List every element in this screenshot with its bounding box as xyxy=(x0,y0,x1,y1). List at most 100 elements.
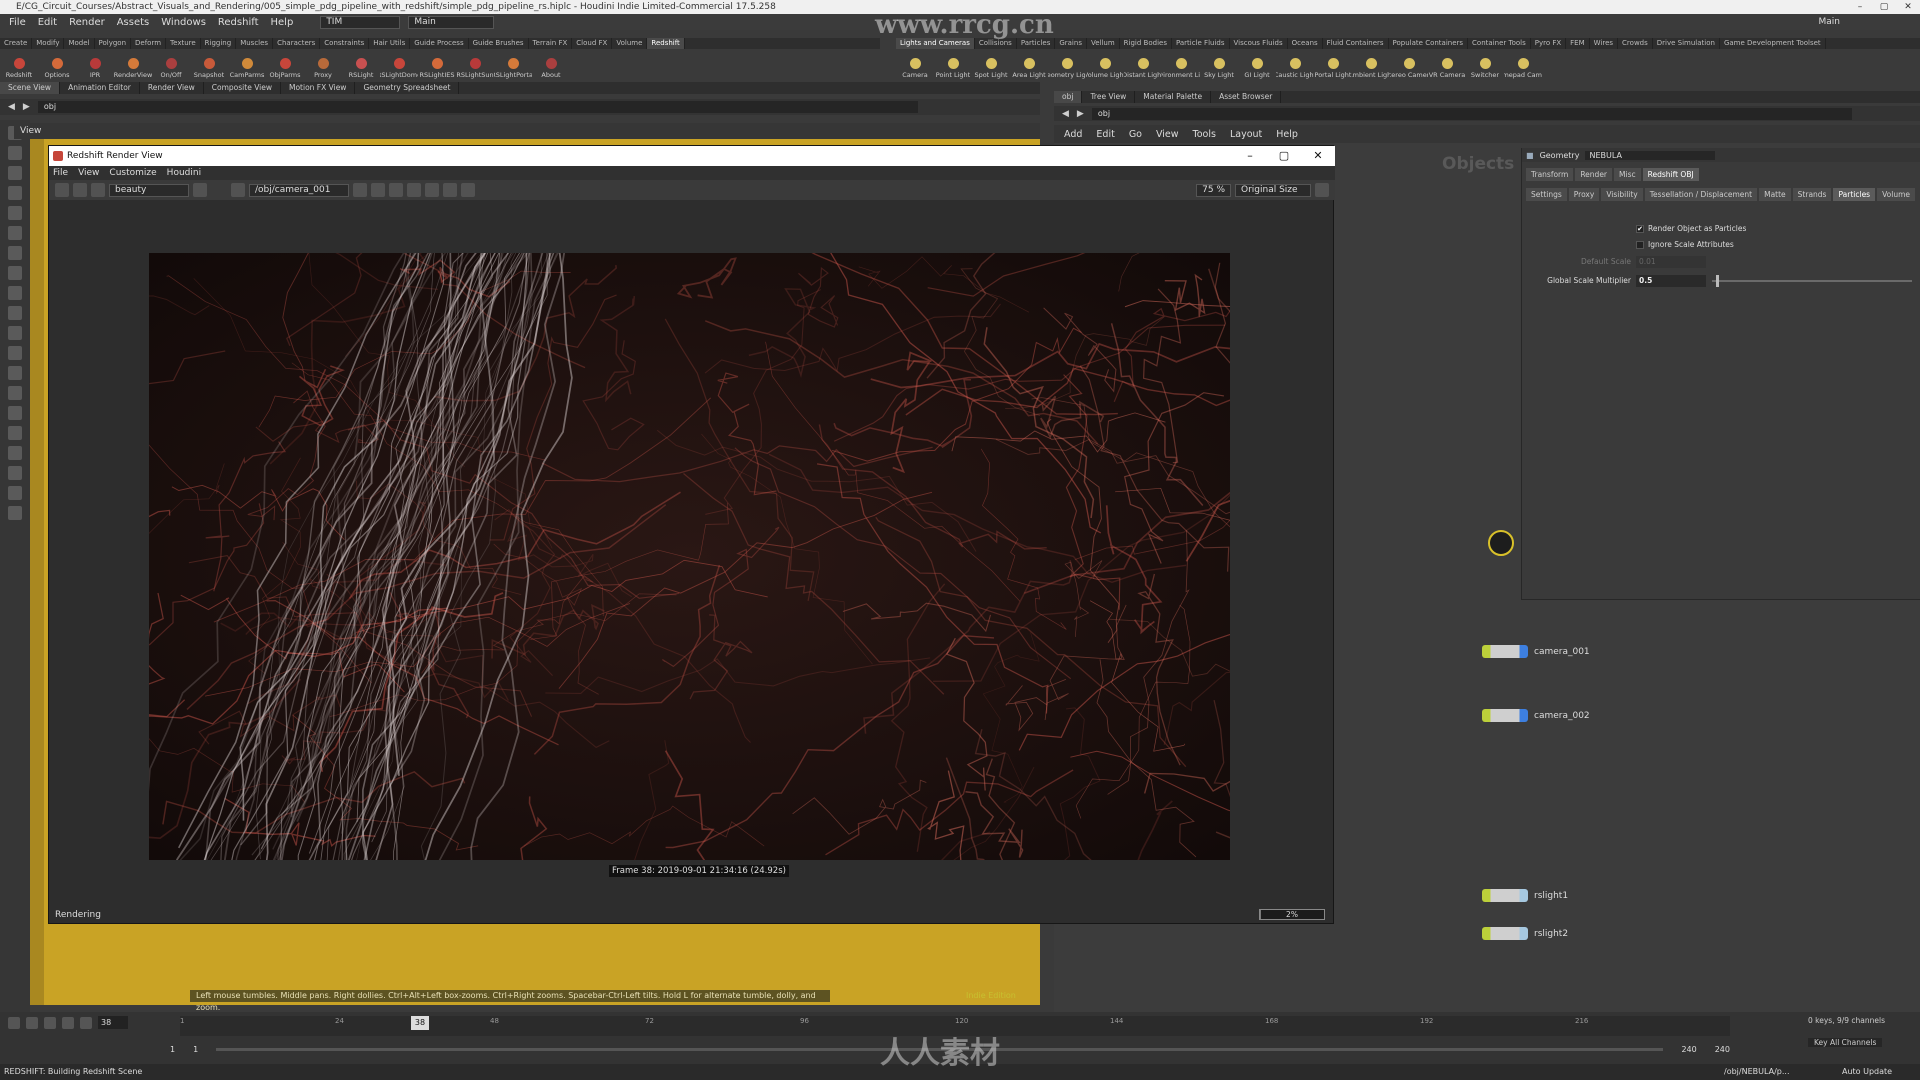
param-tab-misc[interactable]: Misc xyxy=(1614,168,1641,181)
viewport-tool-icon[interactable] xyxy=(8,386,22,400)
tool-gamepad-camera[interactable]: Gamepad Camera xyxy=(1504,49,1542,79)
shelf-tab-populate-containers[interactable]: Populate Containers xyxy=(1389,38,1469,49)
size-mode-select[interactable]: Original Size xyxy=(1235,183,1311,197)
tool-distant-light[interactable]: Distant Light xyxy=(1124,49,1162,79)
network-menu-layout[interactable]: Layout xyxy=(1230,129,1262,140)
viewport-tool-icon[interactable] xyxy=(8,206,22,220)
tool-environment-light[interactable]: Environment Light xyxy=(1162,49,1200,79)
pane-tab-animation-editor[interactable]: Animation Editor xyxy=(60,82,140,94)
current-frame-field[interactable]: 38 xyxy=(98,1016,128,1029)
range-end-field-2[interactable]: 240 xyxy=(1715,1045,1730,1054)
camera-select[interactable]: /obj/camera_001 xyxy=(249,183,349,197)
param-tab-redshift-obj[interactable]: Redshift OBJ xyxy=(1642,168,1699,181)
shelf-tab-pyro-fx[interactable]: Pyro FX xyxy=(1531,38,1567,49)
param-node-name[interactable]: NEBULA xyxy=(1585,150,1716,160)
rv-menu-view[interactable]: View xyxy=(78,166,99,180)
shelf-tab-viscous-fluids[interactable]: Viscous Fluids xyxy=(1230,38,1288,49)
key-channels-button[interactable]: Key All Channels xyxy=(1808,1038,1883,1047)
lock-icon[interactable] xyxy=(461,183,475,197)
viewport-tool-icon[interactable] xyxy=(8,506,22,520)
history-icon[interactable] xyxy=(407,183,421,197)
shelf-tab-constraints[interactable]: Constraints xyxy=(320,38,370,49)
viewport-tool-icon[interactable] xyxy=(8,426,22,440)
param-tab-matte[interactable]: Matte xyxy=(1759,188,1791,201)
param-tab-tessellation-displacement[interactable]: Tessellation / Displacement xyxy=(1644,188,1758,201)
close-icon[interactable]: ✕ xyxy=(1301,146,1335,166)
tool-geometry-light[interactable]: Geometry Light xyxy=(1048,49,1086,79)
shelf-tab-deform[interactable]: Deform xyxy=(131,38,167,49)
tool-caustic-light[interactable]: Caustic Light xyxy=(1276,49,1314,79)
viewport-tool-icon[interactable] xyxy=(8,266,22,280)
tool-sky-light[interactable]: Sky Light xyxy=(1200,49,1238,79)
range-start-field[interactable]: 1 xyxy=(170,1045,175,1054)
maximize-icon[interactable]: ▢ xyxy=(1267,146,1301,166)
menu-windows[interactable]: Windows xyxy=(156,17,211,28)
shelf-tab-rigging[interactable]: Rigging xyxy=(201,38,237,49)
tool-rslighties[interactable]: RSLightIES xyxy=(418,49,456,79)
shelf-tab-oceans[interactable]: Oceans xyxy=(1288,38,1323,49)
timeline-cursor[interactable]: 38 xyxy=(410,1016,429,1030)
tool-rslightsun[interactable]: RSLightSun xyxy=(456,49,494,79)
menu-render[interactable]: Render xyxy=(64,17,110,28)
camera-icon[interactable] xyxy=(231,183,245,197)
close-icon[interactable]: ✕ xyxy=(1896,0,1920,14)
slider-knob[interactable] xyxy=(1716,275,1719,287)
right-path-field[interactable]: obj xyxy=(1091,107,1852,120)
viewport-tool-icon[interactable] xyxy=(8,146,22,160)
shelf-tab-game-development-toolset[interactable]: Game Development Toolset xyxy=(1720,38,1826,49)
settings-icon[interactable] xyxy=(1315,183,1329,197)
main-select[interactable]: Main xyxy=(408,15,495,29)
focus-icon[interactable] xyxy=(389,183,403,197)
grid-icon[interactable] xyxy=(371,183,385,197)
jump-end-icon[interactable] xyxy=(80,1016,92,1029)
shelf-tab-rigid-bodies[interactable]: Rigid Bodies xyxy=(1120,38,1172,49)
save-icon[interactable] xyxy=(425,183,439,197)
param-tab-settings[interactable]: Settings xyxy=(1526,188,1567,201)
pane-tab-tree-view[interactable]: Tree View xyxy=(1082,91,1136,103)
tool-options[interactable]: Options xyxy=(38,49,76,79)
network-menu-help[interactable]: Help xyxy=(1276,129,1298,140)
pane-tab-render-view[interactable]: Render View xyxy=(140,82,204,94)
tool-on-off[interactable]: On/Off xyxy=(152,49,190,79)
shelf-tab-container-tools[interactable]: Container Tools xyxy=(1468,38,1531,49)
pane-tab-material-palette[interactable]: Material Palette xyxy=(1135,91,1212,103)
network-menu-edit[interactable]: Edit xyxy=(1096,129,1114,140)
shelf-tab-particle-fluids[interactable]: Particle Fluids xyxy=(1172,38,1230,49)
range-end-field[interactable]: 240 xyxy=(1681,1045,1696,1054)
node-body[interactable] xyxy=(1482,645,1528,658)
viewport-tool-icon[interactable] xyxy=(8,446,22,460)
shelf-tab-fem[interactable]: FEM xyxy=(1566,38,1590,49)
compare-icon[interactable] xyxy=(443,183,457,197)
tool-point-light[interactable]: Point Light xyxy=(934,49,972,79)
shelf-tab-polygon[interactable]: Polygon xyxy=(95,38,132,49)
tool-stereo-camera[interactable]: Stereo Camera xyxy=(1390,49,1428,79)
minimize-icon[interactable]: – xyxy=(1848,0,1872,14)
network-menu-tools[interactable]: Tools xyxy=(1193,129,1216,140)
tool-spot-light[interactable]: Spot Light xyxy=(972,49,1010,79)
viewport-tool-icon[interactable] xyxy=(8,366,22,380)
jump-start-icon[interactable] xyxy=(8,1016,20,1029)
viewport-tool-icon[interactable] xyxy=(8,166,22,180)
minimize-icon[interactable]: – xyxy=(1233,146,1267,166)
default-scale-field[interactable]: 0.01 xyxy=(1636,256,1706,268)
tool-camparms[interactable]: CamParms xyxy=(228,49,266,79)
node-rslight1[interactable]: rslight1 xyxy=(1482,889,1568,902)
shelf-tab-fluid-containers[interactable]: Fluid Containers xyxy=(1323,38,1389,49)
shelf-tab-texture[interactable]: Texture xyxy=(166,38,201,49)
tool-rslightdome[interactable]: RSLightDome xyxy=(380,49,418,79)
play-icon[interactable] xyxy=(62,1016,74,1029)
crop-icon[interactable] xyxy=(353,183,367,197)
right-main-select[interactable]: Main xyxy=(1819,17,1841,27)
snapshot-icon[interactable] xyxy=(193,183,207,197)
tool-objparms[interactable]: ObjParms xyxy=(266,49,304,79)
menu-help[interactable]: Help xyxy=(266,17,299,28)
shelf-tab-create[interactable]: Create xyxy=(0,38,33,49)
param-tab-proxy[interactable]: Proxy xyxy=(1568,188,1600,201)
step-back-icon[interactable] xyxy=(26,1016,38,1029)
tool-camera[interactable]: Camera xyxy=(896,49,934,79)
tool-snapshot[interactable]: Snapshot xyxy=(190,49,228,79)
forward-icon[interactable]: ▶ xyxy=(1077,109,1084,119)
shelf-tab-muscles[interactable]: Muscles xyxy=(236,38,274,49)
tool-redshift[interactable]: Redshift xyxy=(0,49,38,79)
ignore-scale-checkbox[interactable] xyxy=(1636,241,1644,249)
